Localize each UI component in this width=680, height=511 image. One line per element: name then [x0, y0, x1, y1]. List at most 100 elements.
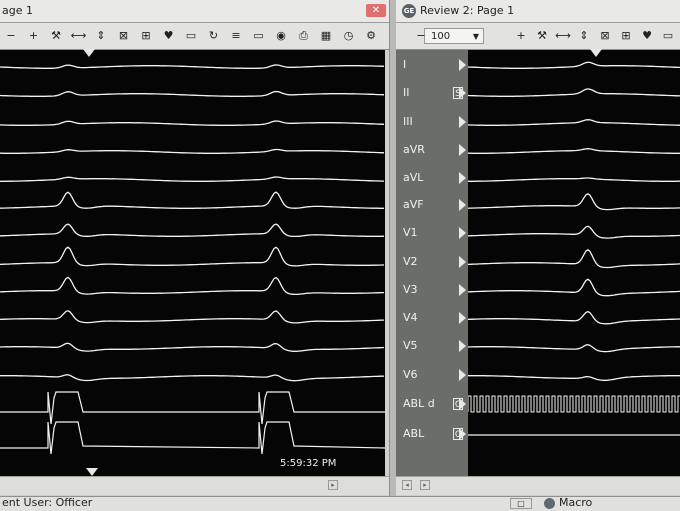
lead-selector-icon[interactable] [459, 227, 466, 239]
clock-button[interactable]: ◷ [340, 27, 358, 45]
ecg-trace-iii [0, 120, 385, 126]
ge-logo-icon [544, 498, 555, 509]
channel-button[interactable]: ≡ [227, 27, 245, 45]
ecg-trace-v2 [0, 246, 384, 267]
marching-caliper-button[interactable]: ⊞ [137, 27, 155, 45]
lead-selector-icon[interactable] [459, 116, 466, 128]
zoom-out-button[interactable]: − [412, 27, 430, 45]
right-window-titlebar: GE Review 2: Page 1 [396, 0, 680, 23]
monitor-button[interactable]: ▭ [659, 27, 677, 45]
ecg-trace-v5 [468, 344, 680, 353]
lead-selector-icon[interactable] [459, 284, 466, 296]
right-horizontal-scrollbar[interactable]: ◂ ▸ [396, 476, 680, 495]
ecg-trace-i [468, 61, 680, 69]
lead-label-v3: V3 [403, 283, 418, 296]
ecg-trace-v6 [468, 375, 680, 381]
horizontal-caliper-button[interactable]: ⟷ [554, 27, 572, 45]
left-ecg-trace-area: 5:59:32 PM [0, 49, 385, 476]
right-ecg-svg [468, 61, 680, 436]
lead-selector-icon[interactable] [459, 369, 466, 381]
macro-label: Macro [559, 496, 593, 509]
lead-label-avl: aVL [403, 171, 424, 184]
zoom-select[interactable]: 100 ▼ [424, 28, 484, 44]
ecg-trace-ii [468, 88, 680, 97]
vertical-caliper-button[interactable]: ⇕ [92, 27, 110, 45]
ecg-trace-v1 [0, 223, 385, 238]
ecg-trace-i [0, 64, 385, 69]
vertical-caliper-button[interactable]: ⇕ [575, 27, 593, 45]
horizontal-caliper-button[interactable]: ⟷ [70, 27, 88, 45]
print-button[interactable]: ⎙ [295, 27, 313, 45]
page-marker-icon [83, 49, 95, 57]
scroll-left-button[interactable]: ◂ [402, 480, 412, 490]
left-window-close-button[interactable]: ✕ [366, 4, 386, 17]
ecg-trace-avl [468, 177, 680, 182]
lead-label-i: I [403, 58, 407, 71]
ecg-trace-avf [0, 191, 384, 209]
ecg-trace-abl-channel [0, 421, 385, 455]
sync-button[interactable]: ↻ [205, 27, 223, 45]
ecg-trace-avf [468, 193, 680, 211]
table-button[interactable]: ▦ [317, 27, 335, 45]
timestamp-label: 5:59:32 PM [280, 458, 337, 469]
ge-logo-icon: GE [402, 4, 416, 18]
zoom-in-button[interactable]: + [512, 27, 530, 45]
lead-label-panel: I II S III aVR aVL aVF V1 V2 V3 V4 V5 V6 ABL d C ABL C [396, 50, 468, 476]
lead-selector-icon[interactable] [459, 340, 466, 352]
lead-label-ii: II [403, 86, 410, 99]
left-window-titlebar: age 1 ✕ [0, 0, 390, 23]
ecg-trace-v6 [0, 374, 385, 382]
ecg-trace-ii [0, 90, 385, 97]
settings-button[interactable]: ⚙ [362, 27, 380, 45]
ecg-trace-v3 [0, 276, 384, 296]
lead-label-abl: ABL [403, 427, 425, 440]
chevron-down-icon: ▼ [472, 32, 479, 41]
ecg-trace-v4 [0, 310, 384, 324]
current-user-label: ent User: Officer [2, 496, 93, 509]
scroll-right-button[interactable]: ▸ [420, 480, 430, 490]
ecg-trace-v1 [468, 225, 680, 239]
ecg-trace-v4 [468, 310, 680, 325]
remove-calipers-button[interactable]: ⊠ [596, 27, 614, 45]
lead-selector-icon[interactable] [459, 144, 466, 156]
lead-selector-icon[interactable] [459, 256, 466, 268]
lead-selector-icon[interactable] [459, 59, 466, 71]
left-window-title: age 1 [2, 4, 33, 17]
camera-button[interactable]: ◉ [272, 27, 290, 45]
zoom-value: 100 [431, 31, 451, 42]
monitor-button[interactable]: ▭ [182, 27, 200, 45]
ecg-trace-avr [468, 148, 680, 154]
lead-selector-icon[interactable] [459, 312, 466, 324]
lead-label-avr: aVR [403, 143, 425, 156]
zoom-in-button[interactable]: + [25, 27, 43, 45]
ecg-trace-abl-channel [0, 391, 385, 425]
lead-label-v4: V4 [403, 311, 418, 324]
right-window-title: Review 2: Page 1 [420, 4, 515, 17]
ecg-trace-iii [468, 119, 680, 126]
zoom-out-button[interactable]: − [2, 27, 20, 45]
lead-label-v6: V6 [403, 368, 418, 381]
tools-button[interactable]: ⚒ [533, 27, 551, 45]
scroll-right-button[interactable]: ▸ [328, 480, 338, 490]
left-ecg-svg [0, 64, 385, 455]
lead-label-v2: V2 [403, 255, 418, 268]
remove-calipers-button[interactable]: ⊠ [115, 27, 133, 45]
beat-button[interactable]: ♥ [160, 27, 178, 45]
lead-selector-icon[interactable] [459, 172, 466, 184]
ecg-trace-abl-d-pacing [468, 395, 680, 413]
ecg-trace-avl [0, 176, 384, 182]
left-horizontal-scrollbar[interactable]: ▸ [0, 476, 390, 495]
lead-selector-icon[interactable] [459, 199, 466, 211]
right-review-window: GE Review 2: Page 1 100 ▼ − + ⚒ ⟷ ⇕ ⊠ ⊞ ♥ ▭ I II S… [396, 0, 680, 510]
left-toolbar: − + ⚒ ⟷ ⇕ ⊠ ⊞ ♥ ▭ ↻ ≡ ▭ ◉ ⎙ ▦ ◷ ⚙ [0, 23, 390, 50]
beat-button[interactable]: ♥ [638, 27, 656, 45]
folder-button[interactable]: ▭ [250, 27, 268, 45]
status-indicator-icon: □ [510, 498, 532, 509]
marching-caliper-button[interactable]: ⊞ [617, 27, 635, 45]
page-marker-icon [86, 468, 98, 476]
tools-button[interactable]: ⚒ [47, 27, 65, 45]
lead-label-abl-d: ABL d [403, 397, 435, 410]
page-marker-icon [590, 49, 602, 57]
lead-label-avf: aVF [403, 198, 424, 211]
ecg-trace-v2 [468, 249, 680, 269]
